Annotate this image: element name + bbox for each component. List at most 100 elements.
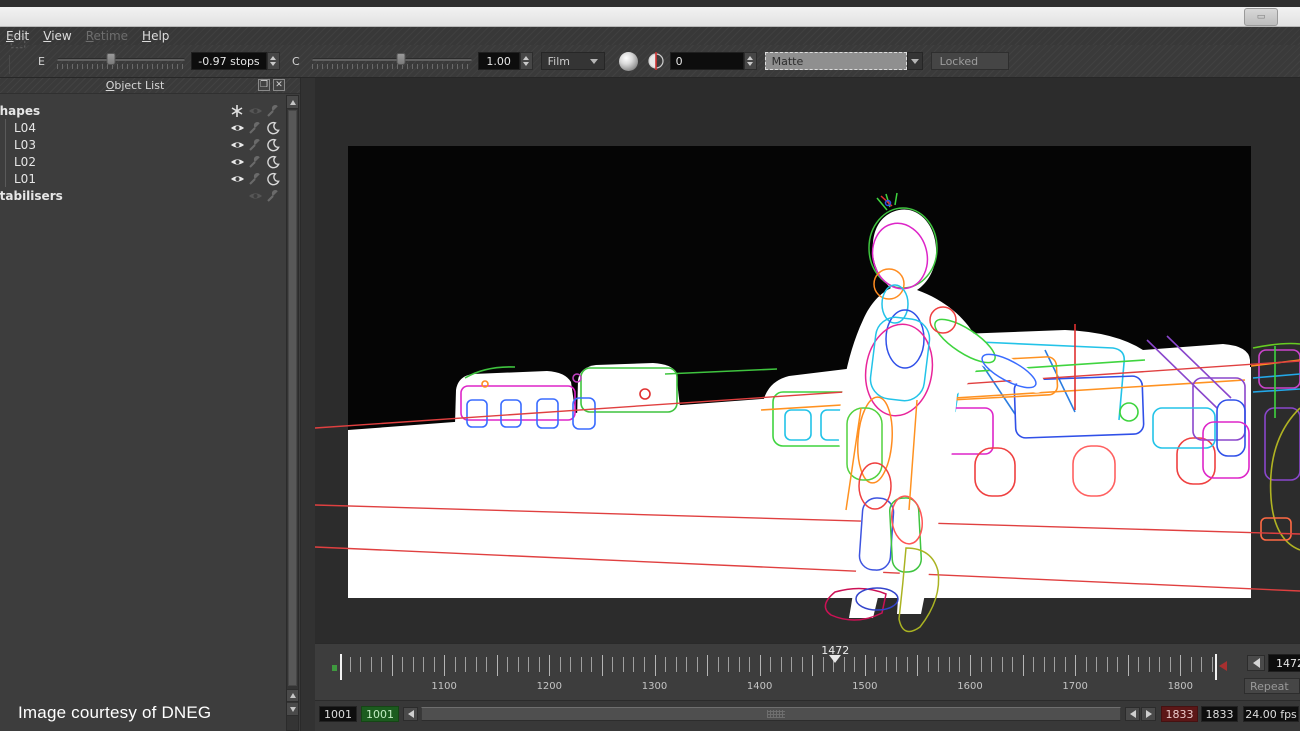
object-name: L03: [14, 138, 36, 152]
wrench-dim-icon: [246, 136, 264, 153]
object-list-scrollbar[interactable]: [286, 95, 299, 731]
scrollbar-thumb[interactable]: [288, 110, 297, 686]
object-name: L01: [14, 172, 36, 186]
os-titlebar: ▭: [0, 7, 1300, 27]
exposure-slider[interactable]: [57, 52, 185, 70]
in-point-field[interactable]: 1001: [361, 706, 399, 722]
current-frame-field[interactable]: 1472: [1268, 654, 1300, 672]
scroll-left-button[interactable]: [403, 707, 418, 721]
object-list-panel: Object List ❐ ✕ Shapes L04 L03 L02 L01 Stabil…: [0, 78, 300, 731]
moon-icon[interactable]: [264, 170, 282, 187]
eye-icon[interactable]: [228, 119, 246, 136]
object-row-shapes[interactable]: Shapes: [0, 102, 286, 119]
scroll-up-button-bottom[interactable]: [287, 689, 298, 702]
keyframe-marker: [332, 665, 337, 671]
float-panel-icon[interactable]: ❐: [258, 79, 270, 91]
step-back-button[interactable]: [1125, 707, 1140, 721]
object-list-header[interactable]: Object List ❐ ✕: [0, 78, 300, 94]
viewport[interactable]: [315, 78, 1300, 643]
menubar: EditViewRetimeHelp: [0, 27, 1300, 45]
rotation-spinner[interactable]: [744, 52, 757, 70]
wrench-dim-icon: [246, 170, 264, 187]
scrollbar-grip[interactable]: [767, 710, 785, 718]
fps-field[interactable]: 24.00 fps: [1243, 706, 1299, 722]
menu-retime: Retime: [82, 29, 138, 44]
view-mode-dropdown[interactable]: Matte: [765, 52, 907, 70]
scroll-up-button[interactable]: [287, 96, 298, 109]
close-panel-icon[interactable]: ✕: [273, 79, 285, 91]
chevron-down-icon: [911, 59, 919, 64]
transport-bar: 1001 1001 1833 1833 24.00 fps: [315, 700, 1300, 731]
exposure-value-field[interactable]: -0.97 stops: [191, 52, 267, 70]
contrast-slider-thumb[interactable]: [397, 53, 406, 65]
ruler-label: 1600: [957, 681, 982, 692]
moon-icon[interactable]: [264, 119, 282, 136]
wrench-dim-icon: [246, 153, 264, 170]
object-name: Shapes: [0, 104, 40, 118]
timeline: 110012001300140015001600170018001472 147…: [315, 643, 1300, 700]
ruler-label: 1800: [1168, 681, 1193, 692]
contrast-value-field[interactable]: 1.00: [478, 52, 520, 70]
marquee-select-tool: [5, 29, 31, 55]
exposure-spinner[interactable]: [267, 52, 280, 70]
viewport-canvas[interactable]: [315, 78, 1300, 643]
range-end-marker[interactable]: [1215, 654, 1217, 680]
ruler-label: 1100: [431, 681, 456, 692]
gain-ball-icon[interactable]: [619, 52, 638, 71]
wrench-dim-icon: [264, 187, 282, 204]
menu-help[interactable]: Help: [138, 29, 179, 44]
range-start-marker[interactable]: [340, 654, 342, 680]
timeline-scrollbar[interactable]: [421, 707, 1121, 721]
menu-view[interactable]: View: [39, 29, 81, 44]
exposure-label: E: [38, 55, 45, 68]
wrench-dim-icon: [246, 119, 264, 136]
object-row-l03[interactable]: L03: [0, 136, 286, 153]
asterisk-icon[interactable]: [228, 102, 246, 119]
object-row-l01[interactable]: L01: [0, 170, 286, 187]
frame-ruler[interactable]: 110012001300140015001600170018001472: [315, 644, 1300, 700]
toolbar-separator: [9, 55, 10, 74]
object-row-stabilisers[interactable]: Stabilisers: [0, 187, 286, 204]
repeat-button[interactable]: Repeat: [1244, 678, 1300, 694]
ruler-label: 1500: [852, 681, 877, 692]
step-forward-button[interactable]: [1141, 707, 1156, 721]
contrast-spinner[interactable]: [520, 52, 533, 70]
playhead-marker[interactable]: [829, 655, 841, 663]
contrast-slider[interactable]: [312, 52, 472, 70]
eye-icon[interactable]: [228, 136, 246, 153]
application-window: ▭ EditViewRetimeHelp ( ) E -0.97 stops C…: [0, 0, 1300, 731]
object-row-l04[interactable]: L04: [0, 119, 286, 136]
ruler-label: 1400: [747, 681, 772, 692]
view-mode-value: Matte: [772, 55, 804, 68]
lock-button[interactable]: Locked: [931, 52, 1009, 70]
eye-icon[interactable]: [228, 153, 246, 170]
moon-icon[interactable]: [264, 136, 282, 153]
lut-dropdown-value: Film: [548, 55, 570, 68]
range-start-field[interactable]: 1001: [319, 706, 357, 722]
eye-dim-icon: [246, 187, 264, 204]
object-name: L02: [14, 155, 36, 169]
window-control-button[interactable]: ▭: [1244, 8, 1278, 26]
rotation-value-field[interactable]: 0: [670, 52, 744, 70]
ruler-label: 1700: [1062, 681, 1087, 692]
chevron-down-icon: [590, 59, 598, 64]
panel-splitter[interactable]: [300, 78, 315, 731]
moon-icon[interactable]: [264, 153, 282, 170]
object-row-l02[interactable]: L02: [0, 153, 286, 170]
image-credit-caption: Image courtesy of DNEG: [18, 703, 211, 723]
eye-icon[interactable]: [228, 170, 246, 187]
contrast-label: C: [292, 55, 300, 68]
object-name: Stabilisers: [0, 189, 63, 203]
eye-dim-icon: [246, 102, 264, 119]
exposure-slider-thumb[interactable]: [106, 53, 115, 65]
split-view-icon[interactable]: [643, 48, 669, 74]
range-end-field[interactable]: 1833: [1201, 706, 1238, 722]
previous-frame-button[interactable]: [1247, 655, 1265, 671]
out-point-field[interactable]: 1833: [1161, 706, 1198, 722]
view-mode-arrow-button[interactable]: [907, 52, 923, 70]
object-name: L04: [14, 121, 36, 135]
ruler-label: 1200: [537, 681, 562, 692]
lut-dropdown[interactable]: Film: [541, 52, 605, 70]
panel-title: Object List: [0, 79, 270, 92]
scroll-down-button[interactable]: [287, 703, 298, 716]
